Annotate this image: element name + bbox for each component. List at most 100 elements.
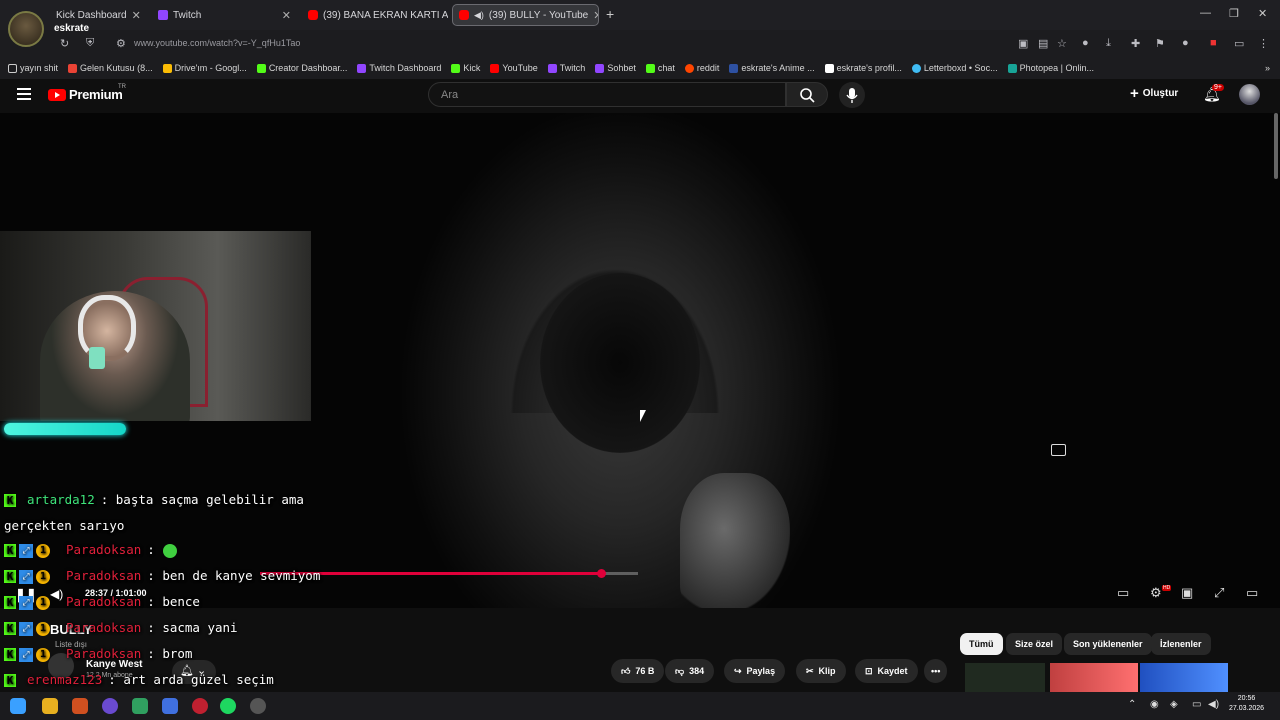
chip-recently-uploaded[interactable]: Son yüklenenler xyxy=(1064,633,1152,655)
miniplayer-icon[interactable] xyxy=(1051,444,1066,456)
app-icon[interactable] xyxy=(192,698,208,714)
chat-username[interactable]: artarda12 xyxy=(27,492,95,507)
hamburger-menu-icon[interactable] xyxy=(17,88,31,100)
bookmark[interactable]: Creator Dashboar... xyxy=(256,63,347,73)
more-actions-button[interactable]: ••• xyxy=(924,659,948,683)
start-menu-icon[interactable] xyxy=(10,698,26,714)
bookmark[interactable]: Drive'ım - Googl... xyxy=(162,63,247,73)
chat-text: : art arda güzel seçim xyxy=(108,672,274,687)
video-hand xyxy=(680,473,790,608)
chat-username[interactable]: Paradoksan xyxy=(66,542,141,557)
app-icon[interactable] xyxy=(102,698,118,714)
vpn-icon[interactable]: ⚑ xyxy=(1155,37,1165,50)
puzzle-icon[interactable]: ✚ xyxy=(1131,37,1140,50)
miniplayer-button-icon[interactable]: ▣ xyxy=(1181,585,1193,601)
bookmark[interactable]: Letterboxd • Soc... xyxy=(911,63,998,73)
speaker-icon[interactable]: ◀) xyxy=(1208,699,1219,710)
youtube-logo-icon[interactable] xyxy=(48,89,66,101)
chat-username[interactable]: Paradoksan xyxy=(66,594,141,609)
bookmark[interactable]: Photopea | Onlin... xyxy=(1007,63,1094,73)
account-avatar[interactable] xyxy=(1239,84,1260,105)
fullscreen-icon[interactable]: ⤢ xyxy=(1214,585,1224,601)
scrubber-handle[interactable] xyxy=(597,569,606,578)
close-window-icon[interactable]: ✕ xyxy=(1258,7,1267,20)
bookmark[interactable]: yayın shit xyxy=(8,63,58,73)
voice-search-button[interactable] xyxy=(839,82,865,108)
more-icon[interactable]: ⋮ xyxy=(1258,37,1269,50)
restore-icon[interactable]: ❐ xyxy=(1229,7,1239,20)
bookmark[interactable]: eskrate's profil... xyxy=(824,63,902,73)
create-button[interactable]: + Oluştur xyxy=(1130,86,1178,101)
bookmark[interactable]: Gelen Kutusu (8... xyxy=(68,63,153,73)
kick-badge-icon: K xyxy=(4,544,16,557)
url-field[interactable]: www.youtube.com/watch?v=-Y_qfHu1Tao xyxy=(134,38,300,48)
settings-gear-icon[interactable]: ⚙ xyxy=(1150,585,1162,601)
spotify-icon[interactable] xyxy=(220,698,236,714)
install-icon[interactable]: ▤ xyxy=(1038,37,1048,50)
app-icon[interactable] xyxy=(162,698,178,714)
tab-twitch[interactable]: Twitch ✕ xyxy=(152,4,297,26)
recommended-thumbnail[interactable] xyxy=(1140,663,1228,692)
clip-button[interactable]: ✂ Klip xyxy=(796,659,846,683)
tray-expand-icon[interactable]: ⌃ xyxy=(1128,699,1136,710)
app-icon[interactable] xyxy=(132,698,148,714)
bookmark[interactable]: Twitch Dashboard xyxy=(357,63,441,73)
more-bookmarks-icon[interactable]: » xyxy=(1265,63,1280,73)
chip-for-you[interactable]: Size özel xyxy=(1006,633,1063,655)
theater-mode-icon[interactable]: ▭ xyxy=(1246,585,1258,601)
search-input[interactable]: Ara xyxy=(428,82,786,107)
close-icon[interactable]: ✕ xyxy=(593,9,598,22)
bookmark[interactable]: reddit xyxy=(684,63,719,73)
new-tab-button[interactable]: + xyxy=(606,6,614,22)
taskbar-clock[interactable]: 20:56 27.03.2026 xyxy=(1229,694,1264,714)
chat-username[interactable]: Paradoksan xyxy=(66,568,141,583)
close-icon[interactable]: ✕ xyxy=(282,9,291,22)
profile-icon[interactable]: ● xyxy=(1182,37,1189,49)
bookmark[interactable]: Sohbet xyxy=(595,63,636,73)
tray-app-icon[interactable]: ◉ xyxy=(1150,699,1159,710)
tab-youtube-bana[interactable]: (39) BANA EKRAN KARTI A ✕ xyxy=(302,4,448,26)
tray-app-icon[interactable]: ◈ xyxy=(1170,699,1178,710)
bookmark[interactable]: chat xyxy=(645,63,675,73)
youtube-premium-logo[interactable]: Premium xyxy=(69,87,123,102)
chat-username[interactable]: Paradoksan xyxy=(66,646,141,661)
chip-watched[interactable]: İzlenenler xyxy=(1151,633,1211,655)
extension-badge-icon[interactable]: ■ xyxy=(1210,37,1217,49)
sidebar-icon[interactable]: ▭ xyxy=(1234,37,1244,50)
chat-username[interactable]: erenmaz123 xyxy=(27,672,102,687)
like-button[interactable]: 👍︎ 76 B xyxy=(611,659,665,683)
bookmark[interactable]: YouTube xyxy=(490,63,538,73)
twitch-icon xyxy=(158,10,168,20)
kick-icon xyxy=(645,63,655,73)
bookmark[interactable]: eskrate's Anime ... xyxy=(729,63,815,73)
extension-icon[interactable]: ● xyxy=(1082,37,1089,49)
search-button[interactable] xyxy=(786,82,828,107)
star-icon[interactable]: ☆ xyxy=(1057,37,1067,50)
recommended-thumbnail[interactable] xyxy=(1050,663,1138,692)
app-icon[interactable] xyxy=(72,698,88,714)
bookmark[interactable]: Kick xyxy=(451,63,480,73)
steam-icon[interactable] xyxy=(250,698,266,714)
dislike-button[interactable]: 👎︎ 384 xyxy=(665,659,715,683)
bookmark[interactable]: Twitch xyxy=(547,63,585,73)
tab-youtube-bully[interactable]: ◀) (39) BULLY - YouTube ✕ xyxy=(452,4,599,26)
recommended-thumbnail[interactable] xyxy=(965,663,1045,692)
shield-icon[interactable]: ⛨ xyxy=(86,37,94,50)
file-explorer-icon[interactable] xyxy=(42,698,58,714)
screenshot-icon[interactable]: ▣ xyxy=(1018,37,1028,50)
close-icon[interactable]: ✕ xyxy=(132,9,141,22)
site-info-icon[interactable]: ⚙ xyxy=(116,37,126,50)
download-icon[interactable]: ⤓ xyxy=(1106,37,1111,50)
reload-icon[interactable]: ↻ xyxy=(60,37,69,50)
page-scrollbar[interactable] xyxy=(1274,113,1278,179)
chat-username[interactable]: Paradoksan xyxy=(66,620,141,635)
subtitles-icon[interactable]: ▭ xyxy=(1117,585,1129,601)
bookmark-icon: ⊡ xyxy=(865,665,873,676)
minimize-icon[interactable]: — xyxy=(1200,7,1211,19)
share-button[interactable]: ↪ Paylaş xyxy=(724,659,786,683)
tab-title: Kick Dashboard xyxy=(56,9,127,21)
network-icon[interactable]: ▭ xyxy=(1192,699,1201,710)
chip-all[interactable]: Tümü xyxy=(960,633,1003,655)
save-button[interactable]: ⊡ Kaydet xyxy=(855,659,918,683)
speaker-icon[interactable]: ◀) xyxy=(474,10,484,21)
